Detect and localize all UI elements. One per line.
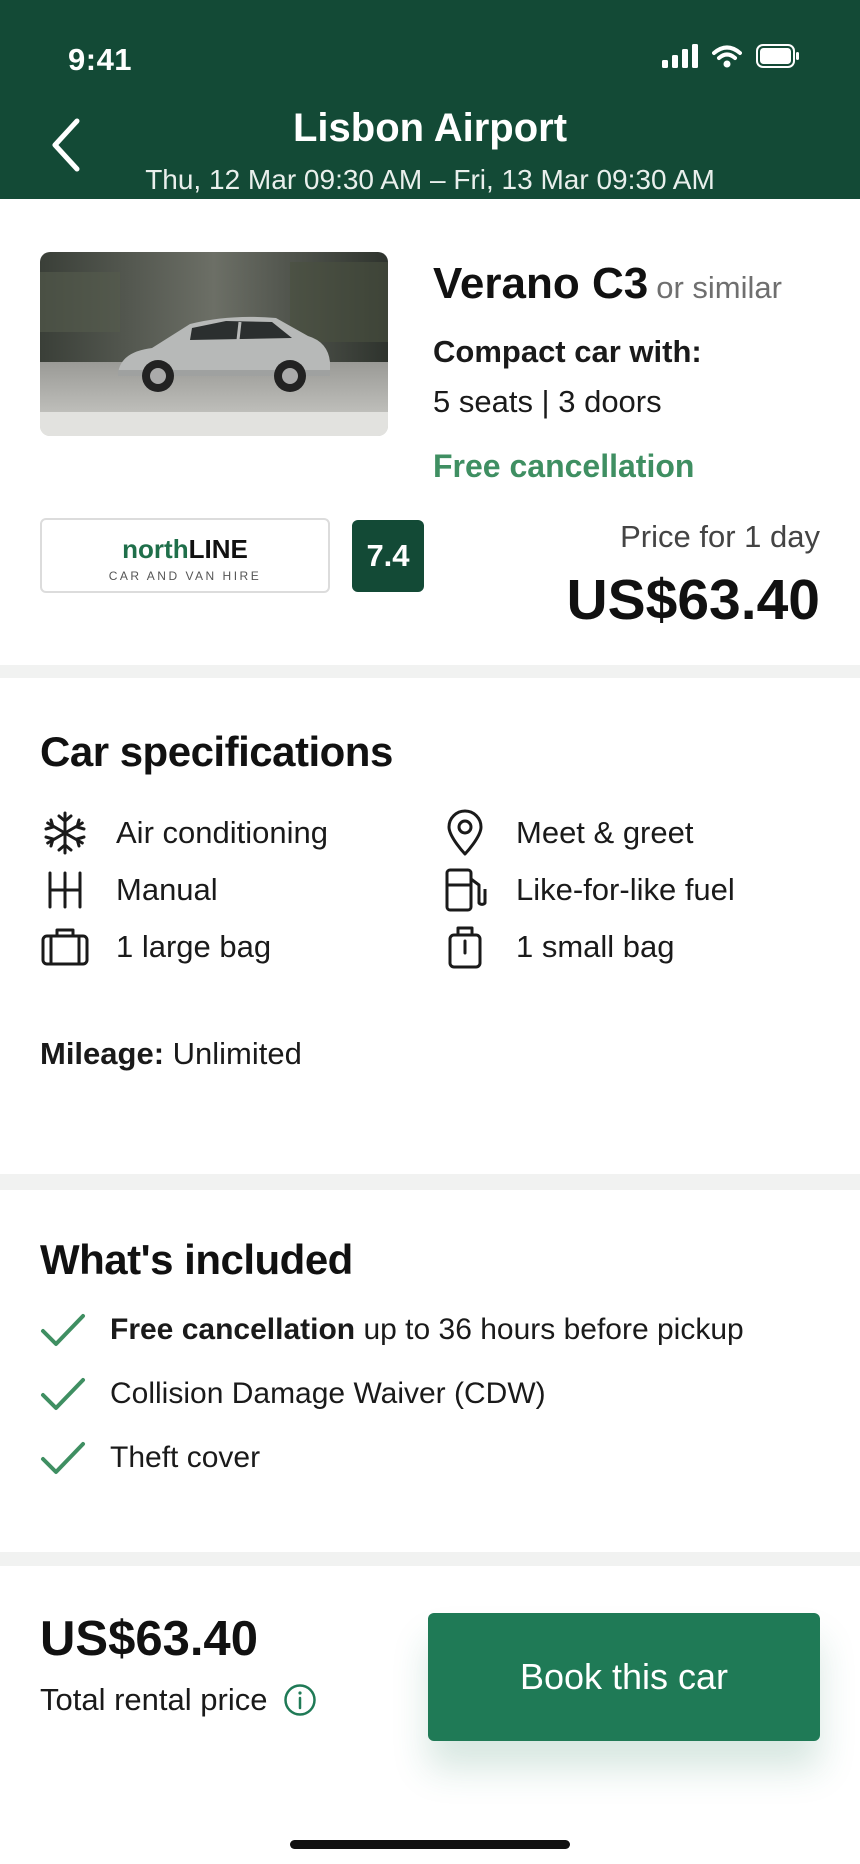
spec-large-bag: 1 large bag bbox=[40, 922, 271, 972]
whats-included-card: What's included Free cancellation up to … bbox=[0, 1190, 860, 1552]
free-cancellation-badge: Free cancellation bbox=[433, 448, 695, 484]
car-class: Compact car with: bbox=[433, 334, 702, 369]
specs-title: Car specifications bbox=[40, 728, 393, 775]
checkmark-icon bbox=[41, 1314, 85, 1346]
included-item: Theft cover bbox=[40, 1438, 260, 1478]
info-icon[interactable] bbox=[283, 1683, 317, 1717]
car-name: Verano C3 or similar bbox=[433, 259, 782, 309]
supplier-name: northLINE bbox=[122, 534, 248, 564]
spec-small-bag: 1 small bag bbox=[440, 922, 675, 972]
rental-dates: Thu, 12 Mar 09:30 AM – Fri, 13 Mar 09:30… bbox=[145, 164, 715, 195]
car-specifications-card: Car specifications Air conditioning Meet… bbox=[0, 678, 860, 1174]
spec-label: 1 small bag bbox=[516, 929, 675, 964]
signal-icon bbox=[662, 44, 698, 68]
included-title: What's included bbox=[40, 1236, 353, 1283]
location-title: Lisbon Airport bbox=[292, 106, 568, 150]
wifi-icon bbox=[712, 45, 742, 68]
included-item: Collision Damage Waiver (CDW) bbox=[40, 1374, 546, 1414]
location-pin-icon bbox=[440, 808, 490, 858]
mileage-info: Mileage: Unlimited bbox=[40, 1036, 302, 1072]
status-icons bbox=[662, 44, 800, 68]
spec-label: Meet & greet bbox=[516, 815, 694, 850]
book-this-car-button[interactable]: Book this car bbox=[428, 1613, 820, 1741]
suitcase-icon bbox=[40, 922, 90, 972]
checkmark-icon bbox=[41, 1442, 85, 1474]
status-time: 9:41 bbox=[68, 42, 133, 77]
mileage-label: Mileage: bbox=[40, 1036, 165, 1071]
supplier-rating-badge: 7.4 bbox=[352, 520, 424, 592]
included-item-text: up to 36 hours before pickup bbox=[363, 1313, 744, 1346]
or-similar-label: or similar bbox=[656, 270, 782, 305]
spec-transmission: Manual bbox=[40, 865, 218, 915]
spec-fuel-policy: Like-for-like fuel bbox=[440, 865, 735, 915]
checkmark-icon bbox=[41, 1378, 85, 1410]
spec-label: Like-for-like fuel bbox=[516, 872, 735, 907]
spec-label: Manual bbox=[116, 872, 218, 907]
small-bag-icon bbox=[440, 922, 490, 972]
price-amount: US$63.40 bbox=[566, 568, 820, 632]
seats-doors: 5 seats | 3 doors bbox=[433, 384, 662, 419]
spec-meet-greet: Meet & greet bbox=[440, 808, 693, 858]
price-label: Price for 1 day bbox=[620, 519, 820, 554]
mileage-value: Unlimited bbox=[172, 1036, 302, 1071]
spec-air-conditioning: Air conditioning bbox=[40, 808, 328, 858]
car-model: Verano C3 bbox=[433, 259, 649, 308]
car-summary-card: Verano C3 or similar Compact car with: 5 … bbox=[0, 199, 860, 665]
fuel-pump-icon bbox=[440, 865, 490, 915]
included-item-bold: Free cancellation bbox=[110, 1313, 356, 1346]
supplier-logo: northLINE CAR AND VAN HIRE bbox=[40, 518, 330, 593]
app-header: 9:41 Lisbon Airport Thu, 12 Mar 09:30 AM… bbox=[0, 0, 860, 199]
total-price: US$63.40 bbox=[40, 1612, 258, 1666]
spec-label: 1 large bag bbox=[116, 929, 272, 964]
snowflake-icon bbox=[40, 808, 90, 858]
car-image bbox=[40, 252, 388, 436]
spec-label: Air conditioning bbox=[116, 815, 328, 850]
supplier-tagline: CAR AND VAN HIRE bbox=[108, 569, 262, 583]
gearshift-icon bbox=[40, 865, 90, 915]
total-price-label: Total rental price bbox=[40, 1682, 317, 1718]
booking-footer: US$63.40 Total rental price Book this ca… bbox=[0, 1566, 860, 1864]
home-indicator[interactable] bbox=[290, 1840, 570, 1849]
included-item-text: Theft cover bbox=[110, 1441, 261, 1474]
battery-icon bbox=[756, 44, 799, 68]
included-item: Free cancellation up to 36 hours before … bbox=[40, 1310, 744, 1350]
included-item-text: Collision Damage Waiver (CDW) bbox=[110, 1377, 546, 1410]
